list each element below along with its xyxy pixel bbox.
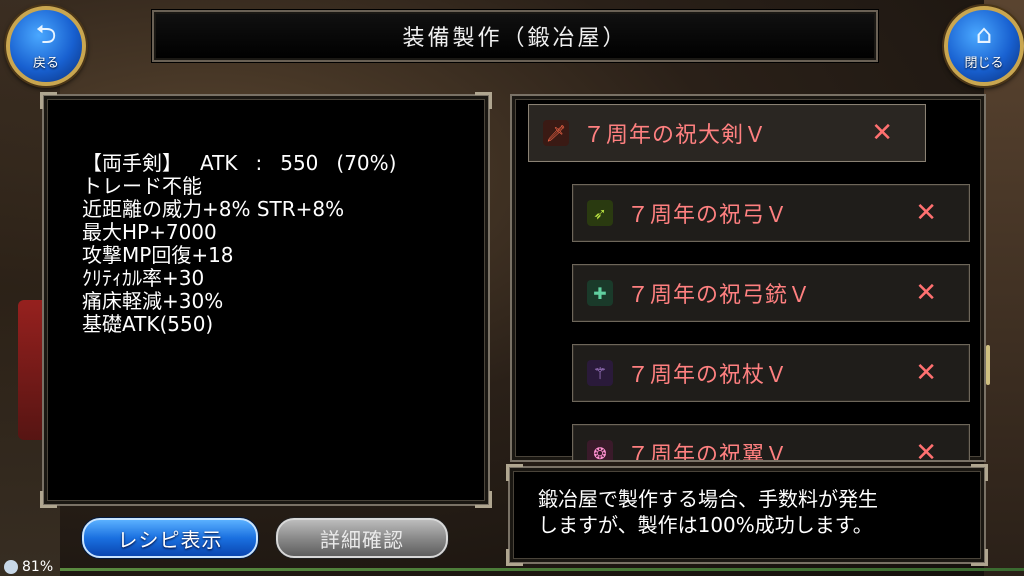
stat-line: 基礎ATK(550) bbox=[82, 312, 214, 336]
frame-corner bbox=[475, 92, 492, 109]
recipe-item-greatsword[interactable]: 🗡 ７周年の祝大剣Ｖ ✕ bbox=[528, 104, 926, 162]
not-craftable-x-icon: ✕ bbox=[915, 278, 937, 308]
wing-icon: ❂ bbox=[587, 440, 613, 460]
frame-corner bbox=[40, 491, 57, 508]
recipe-name: ７周年の祝弓銃Ｖ bbox=[627, 283, 812, 308]
stat-line: 攻撃MP回復+18 bbox=[82, 243, 234, 267]
recipe-name: ７周年の祝翼Ｖ bbox=[627, 443, 789, 462]
recipe-name: ７周年の祝弓Ｖ bbox=[627, 203, 789, 228]
battery-icon bbox=[4, 559, 18, 574]
frame-corner bbox=[40, 92, 57, 109]
title-bar: 装備製作（鍛冶屋） bbox=[152, 10, 878, 62]
recipe-name: ７周年の祝大剣Ｖ bbox=[583, 123, 768, 148]
background-right bbox=[984, 0, 1024, 576]
atk-percent: (70%) bbox=[336, 151, 397, 175]
item-stats: 【両手剣】 ATK:550 (70%) トレード不能 近距離の威力+8% STR+8… bbox=[82, 152, 396, 336]
greatsword-icon: 🗡 bbox=[543, 120, 569, 146]
recipe-item-crossbow[interactable]: ✚ ７周年の祝弓銃Ｖ ✕ bbox=[572, 264, 970, 322]
recipe-item-bow[interactable]: ➶ ７周年の祝弓Ｖ ✕ bbox=[572, 184, 970, 242]
detail-check-button[interactable]: 詳細確認 bbox=[276, 518, 448, 558]
stat-line: 痛床軽減+30% bbox=[82, 289, 224, 313]
page-title: 装備製作（鍛冶屋） bbox=[402, 26, 628, 51]
show-recipe-button[interactable]: レシピ表示 bbox=[82, 518, 258, 558]
not-craftable-x-icon: ✕ bbox=[871, 118, 893, 148]
bow-icon: ➶ bbox=[587, 200, 613, 226]
atk-label: ATK bbox=[200, 151, 238, 175]
frame-corner bbox=[475, 491, 492, 508]
crossbow-icon: ✚ bbox=[587, 280, 613, 306]
back-button[interactable]: ⮌ 戻る bbox=[6, 6, 86, 86]
frame-corner bbox=[512, 96, 525, 109]
atk-separator: : bbox=[255, 151, 263, 175]
info-text: 鍛冶屋で製作する場合、手数料が発生 しますが、製作は100%成功します。 bbox=[538, 486, 878, 538]
frame-corner bbox=[971, 464, 988, 481]
item-stat-header: 【両手剣】 ATK:550 (70%) bbox=[82, 152, 396, 175]
close-button[interactable]: ⌂ 閉じる bbox=[944, 6, 1024, 86]
recipe-name: ７周年の祝杖Ｖ bbox=[627, 363, 789, 388]
frame-corner bbox=[506, 464, 523, 481]
info-panel: 鍛冶屋で製作する場合、手数料が発生 しますが、製作は100%成功します。 bbox=[506, 464, 988, 566]
back-label: 戻る bbox=[32, 55, 59, 71]
item-detail-panel: 【両手剣】 ATK:550 (70%) トレード不能 近距離の威力+8% STR+8… bbox=[40, 92, 492, 508]
atk-value: 550 bbox=[280, 151, 319, 175]
frame-corner bbox=[971, 549, 988, 566]
staff-icon: ⚚ bbox=[587, 360, 613, 386]
not-craftable-x-icon: ✕ bbox=[915, 358, 937, 388]
recipe-list-scrollbar[interactable] bbox=[986, 345, 990, 385]
info-line: しますが、製作は100%成功します。 bbox=[538, 513, 873, 537]
status-bar: 81% bbox=[0, 557, 53, 576]
frame-corner bbox=[506, 549, 523, 566]
not-craftable-x-icon: ✕ bbox=[915, 438, 937, 462]
item-category: 【両手剣】 bbox=[82, 151, 182, 175]
stat-line: 最大HP+7000 bbox=[82, 220, 217, 244]
status-progress-line bbox=[60, 568, 1024, 571]
back-arrow-icon: ⮌ bbox=[35, 19, 57, 50]
home-icon: ⌂ bbox=[975, 19, 993, 50]
battery-level: 81% bbox=[22, 558, 54, 575]
stat-line: トレード不能 bbox=[82, 174, 202, 198]
stat-line: 近距離の威力+8% STR+8% bbox=[82, 197, 345, 221]
stat-line: ｸﾘﾃｨｶﾙ率+30 bbox=[82, 266, 205, 290]
recipe-list-panel: 🗡 ７周年の祝大剣Ｖ ✕ ➶ ７周年の祝弓Ｖ ✕ ✚ ７周年の祝弓銃Ｖ ✕ ⚚ … bbox=[510, 94, 986, 462]
recipe-item-wing[interactable]: ❂ ７周年の祝翼Ｖ ✕ bbox=[572, 424, 970, 462]
info-line: 鍛冶屋で製作する場合、手数料が発生 bbox=[538, 487, 878, 511]
frame-corner bbox=[971, 96, 984, 109]
not-craftable-x-icon: ✕ bbox=[915, 198, 937, 228]
recipe-item-staff[interactable]: ⚚ ７周年の祝杖Ｖ ✕ bbox=[572, 344, 970, 402]
close-label: 閉じる bbox=[964, 55, 1004, 71]
